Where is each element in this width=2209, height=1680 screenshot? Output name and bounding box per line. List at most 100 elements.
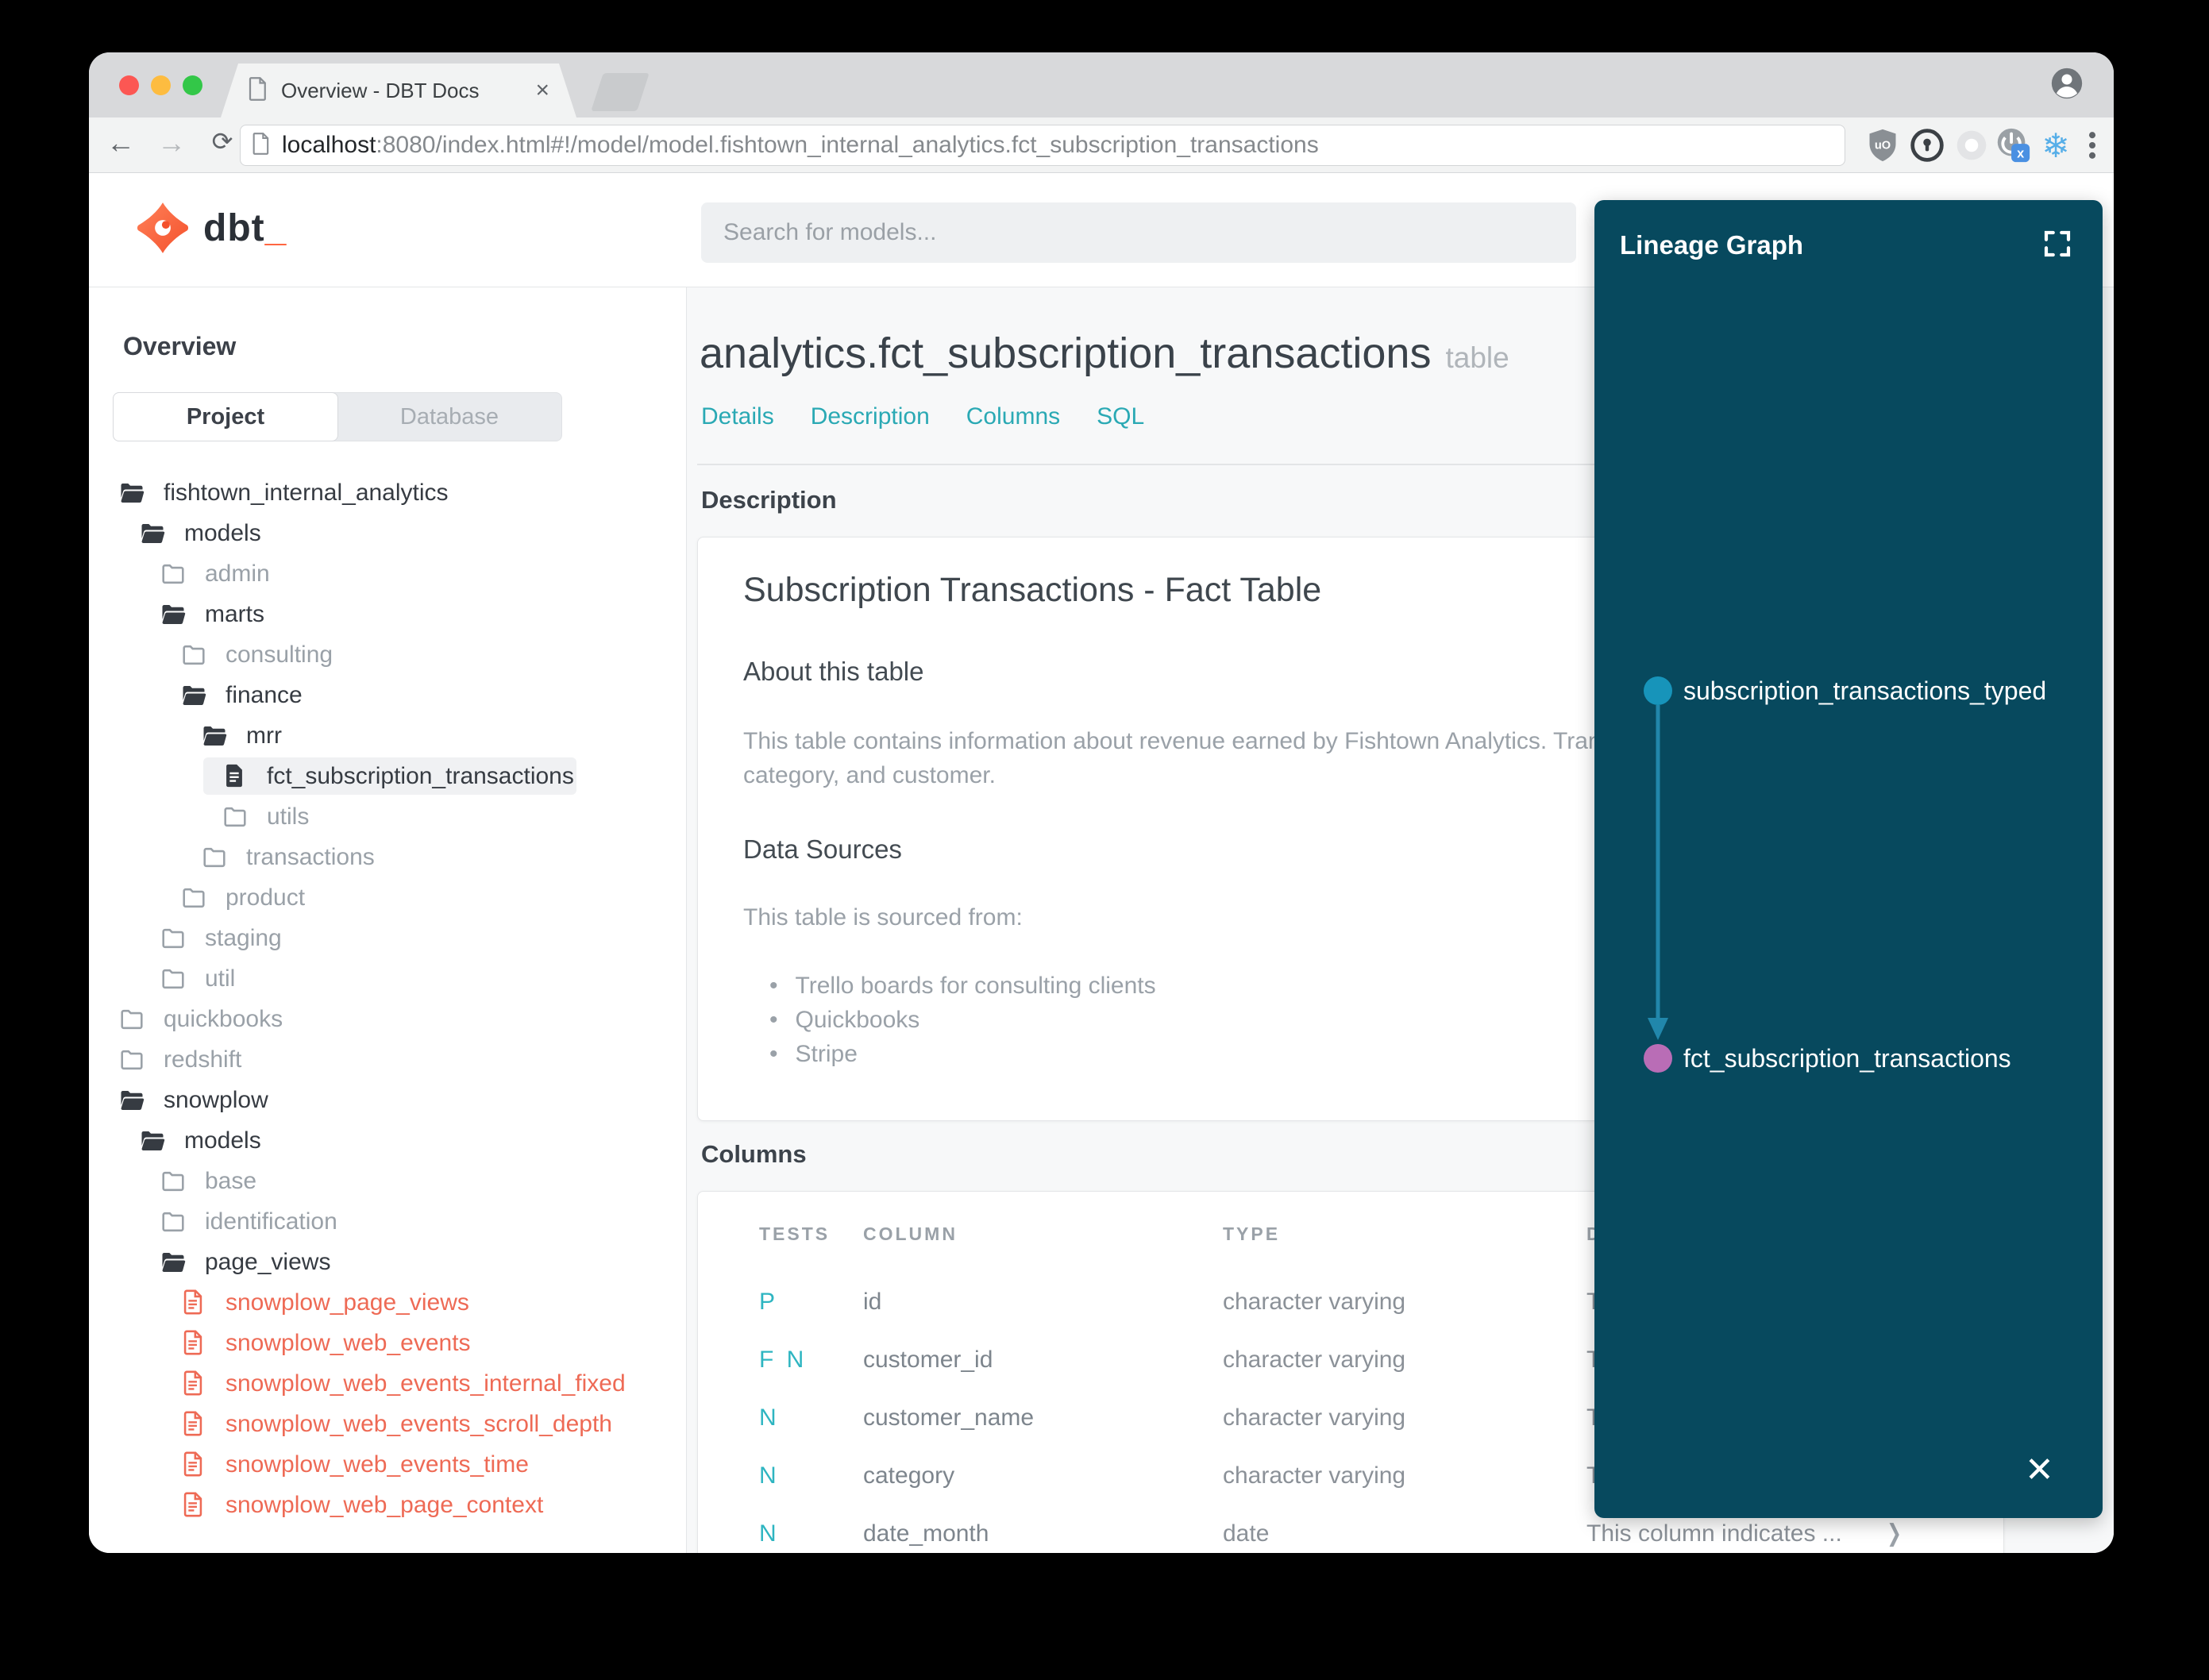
folder-open-icon — [118, 479, 146, 507]
model-tab-details[interactable]: Details — [701, 403, 774, 430]
browser-menu-icon[interactable] — [2072, 125, 2112, 165]
type-cell: character varying — [1223, 1404, 1406, 1431]
back-button[interactable]: ← — [102, 126, 140, 160]
tree-item-base[interactable]: base — [89, 1161, 686, 1201]
tree-item-snowplow[interactable]: snowplow — [89, 1080, 686, 1120]
page-icon — [252, 132, 271, 159]
onepassword-extension-icon[interactable] — [1907, 125, 1947, 165]
data-source-item: Quickbooks — [769, 1007, 1156, 1041]
tree-item-utils[interactable]: utils — [89, 796, 686, 837]
tree-item-transactions[interactable]: transactions — [89, 837, 686, 877]
search-input[interactable] — [701, 202, 1576, 263]
sidebar: Overview Project Database fishtown_inter… — [89, 287, 687, 1553]
tree-item-finance[interactable]: finance — [89, 675, 686, 715]
tree-item-label: snowplow_page_views — [226, 1289, 469, 1316]
tree-item-redshift[interactable]: redshift — [89, 1039, 686, 1080]
tree-item-label: consulting — [226, 641, 333, 668]
tree-item-label: util — [205, 965, 236, 992]
dbt-logo-icon — [137, 202, 189, 253]
tree-item-consulting[interactable]: consulting — [89, 634, 686, 675]
folder-open-icon — [159, 1248, 187, 1277]
folder-icon — [159, 965, 187, 993]
tree-item-snowplow_page_views[interactable]: snowplow_page_views — [89, 1282, 686, 1323]
lineage-graph-canvas[interactable]: subscription_transactions_typed fct_subs… — [1594, 200, 2103, 1518]
dbt-logo[interactable]: dbt_ — [137, 202, 287, 254]
window-close-button[interactable] — [119, 75, 139, 95]
tree-item-admin[interactable]: admin — [89, 553, 686, 594]
tree-item-product[interactable]: product — [89, 877, 686, 918]
reload-button[interactable]: ⟳ — [203, 126, 241, 156]
column-header-tests: TESTS — [759, 1223, 831, 1244]
url-host: localhost — [282, 132, 376, 158]
tree-item-snowplow_web_events[interactable]: snowplow_web_events — [89, 1323, 686, 1363]
browser-tab[interactable]: Overview - DBT Docs × — [221, 64, 576, 118]
folder-open-icon — [138, 1127, 167, 1155]
ublock-extension-icon[interactable]: uO — [1863, 125, 1903, 165]
type-cell: character varying — [1223, 1346, 1406, 1373]
tree-item-label: finance — [226, 681, 303, 708]
folder-icon — [159, 560, 187, 588]
tab-database[interactable]: Database — [337, 393, 561, 441]
url-bar[interactable]: localhost:8080/index.html#!/model/model.… — [240, 125, 1845, 166]
tree-item-snowplow_web_events_internal_fixed[interactable]: snowplow_web_events_internal_fixed — [89, 1363, 686, 1404]
folder-icon — [221, 803, 249, 831]
column-cell: id — [863, 1288, 882, 1315]
tree-item-staging[interactable]: staging — [89, 918, 686, 958]
tree-item-snowplow_web_page_context[interactable]: snowplow_web_page_context — [89, 1485, 686, 1525]
column-header-type: TYPE — [1223, 1223, 1281, 1244]
tree-item-fct_subscription_transactions[interactable]: fct_subscription_transactions — [89, 756, 686, 796]
model-tab-description[interactable]: Description — [811, 403, 930, 430]
tree-item-fishtown_internal_analytics[interactable]: fishtown_internal_analytics — [89, 472, 686, 513]
window-zoom-button[interactable] — [183, 75, 202, 95]
folder-open-icon — [200, 722, 229, 750]
folder-icon — [159, 1167, 187, 1196]
file-red-icon — [179, 1329, 208, 1358]
tree-item-label: snowplow_web_events — [226, 1329, 471, 1356]
tree-item-label: quickbooks — [164, 1005, 283, 1032]
page-title-badge: table — [1445, 341, 1509, 374]
tree-item-page_views[interactable]: page_views — [89, 1242, 686, 1282]
tree-item-label: mrr — [246, 722, 282, 749]
tree-item-label: snowplow — [164, 1086, 268, 1113]
lineage-node-dot[interactable] — [1644, 1044, 1672, 1073]
new-tab-button[interactable] — [591, 73, 650, 111]
screenshot-stage: Overview - DBT Docs × ← → ⟳ localhost:80… — [0, 0, 2209, 1680]
tree-item-label: base — [205, 1167, 257, 1194]
tree-item-models[interactable]: models — [89, 513, 686, 553]
svg-text:uO: uO — [1875, 140, 1891, 152]
tree-item-models[interactable]: models — [89, 1120, 686, 1161]
tree-item-util[interactable]: util — [89, 958, 686, 999]
snowflake-extension-icon[interactable]: ❄ — [2036, 125, 2076, 165]
model-tab-sql[interactable]: SQL — [1097, 403, 1144, 430]
window-minimize-button[interactable] — [151, 75, 171, 95]
folder-open-icon — [138, 519, 167, 548]
model-tab-columns[interactable]: Columns — [966, 403, 1060, 430]
lineage-node-dot[interactable] — [1644, 676, 1672, 705]
lineage-node-label[interactable]: fct_subscription_transactions — [1683, 1044, 2011, 1073]
tree-item-mrr[interactable]: mrr — [89, 715, 686, 756]
doc-title: Subscription Transactions - Fact Table — [743, 571, 1322, 609]
tree-item-identification[interactable]: identification — [89, 1201, 686, 1242]
forward-button[interactable]: → — [152, 126, 191, 160]
tree-item-snowplow_web_events_scroll_depth[interactable]: snowplow_web_events_scroll_depth — [89, 1404, 686, 1444]
profile-avatar-icon[interactable] — [2049, 65, 2085, 106]
tree-item-snowplow_web_events_time[interactable]: snowplow_web_events_time — [89, 1444, 686, 1485]
tree-item-quickbooks[interactable]: quickbooks — [89, 999, 686, 1039]
lineage-node-label[interactable]: subscription_transactions_typed — [1683, 676, 2046, 705]
tests-cell: P — [759, 1288, 779, 1315]
data-source-item: Stripe — [769, 1041, 1156, 1075]
tab-project[interactable]: Project — [114, 393, 337, 441]
tree-item-label: snowplow_web_events_internal_fixed — [226, 1370, 626, 1397]
browser-window: Overview - DBT Docs × ← → ⟳ localhost:80… — [89, 52, 2114, 1553]
tab-close-icon[interactable]: × — [535, 77, 549, 104]
tree-item-marts[interactable]: marts — [89, 594, 686, 634]
chevron-right-icon[interactable]: ❯ — [1887, 1520, 1902, 1547]
type-cell: date — [1223, 1520, 1270, 1547]
folder-icon — [179, 641, 208, 669]
lineage-close-icon[interactable]: ✕ — [2025, 1453, 2054, 1488]
disabled-extension-icon[interactable] — [1952, 125, 1991, 165]
about-text-line2: category, and customer. — [743, 762, 996, 788]
power-extension-icon[interactable]: x — [1993, 125, 2033, 165]
type-cell: character varying — [1223, 1288, 1406, 1315]
dbt-logo-text: dbt_ — [203, 206, 287, 249]
